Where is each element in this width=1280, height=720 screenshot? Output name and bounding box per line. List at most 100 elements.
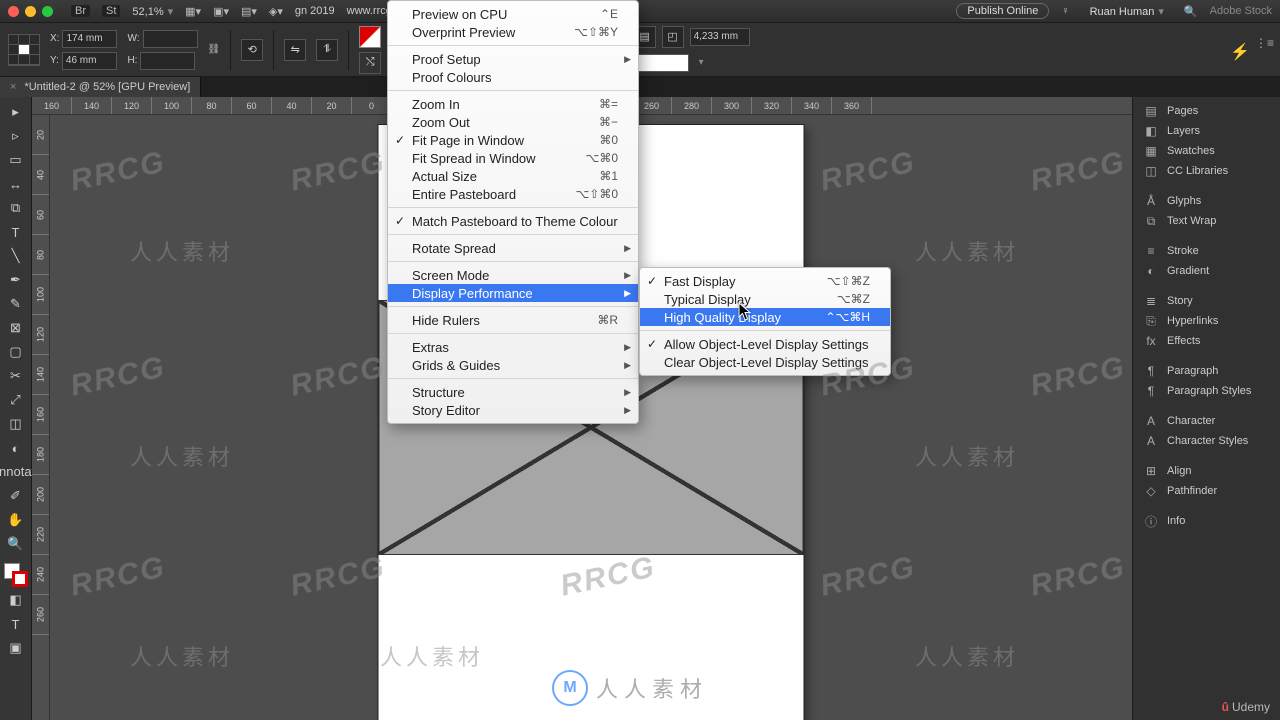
line-tool-icon[interactable]: ╲ [3, 245, 29, 267]
panel-pathfinder[interactable]: ◇Pathfinder [1133, 481, 1280, 501]
page-tool-icon[interactable]: ▭ [3, 149, 29, 171]
rectangle-frame-tool-icon[interactable]: ⊠ [3, 317, 29, 339]
menu-item-rotate-spread[interactable]: Rotate Spread [388, 239, 638, 257]
swap-fill-stroke-icon[interactable]: ⤭ [359, 52, 381, 74]
direct-selection-tool-icon[interactable]: ▹ [3, 125, 29, 147]
menu-item-clear-object-level-display-settings[interactable]: Clear Object-Level Display Settings [640, 353, 890, 371]
menu-item-fit-page-in-window[interactable]: Fit Page in Window⌘0 [388, 131, 638, 149]
panel-character-styles[interactable]: ACharacter Styles [1133, 431, 1280, 451]
w-field[interactable] [143, 30, 198, 48]
panel-info[interactable]: ⓘInfo [1133, 511, 1280, 531]
gradient-swatch-tool-icon[interactable]: ◫ [3, 413, 29, 435]
bridge-icon[interactable]: Br [71, 5, 90, 17]
vertical-ruler[interactable]: 20406080100120140160180200220240260 [32, 115, 50, 720]
menu-item-entire-pasteboard[interactable]: Entire Pasteboard⌥⇧⌘0 [388, 185, 638, 203]
constrain-icon[interactable]: ⛓ [208, 44, 221, 55]
panel-pages[interactable]: ▤Pages [1133, 101, 1280, 121]
menu-item-overprint-preview[interactable]: Overprint Preview⌥⇧⌘Y [388, 23, 638, 41]
content-collector-icon[interactable]: ⧉ [3, 197, 29, 219]
eyedropper-tool-icon[interactable]: ✐ [3, 485, 29, 507]
rotate-icon[interactable]: ⟲ [241, 39, 263, 61]
pencil-tool-icon[interactable]: ✎ [3, 293, 29, 315]
menu-item-typical-display[interactable]: Typical Display⌥⌘Z [640, 290, 890, 308]
zoom-level[interactable]: 52,1% [132, 5, 173, 18]
gap-tool-icon[interactable]: ↔ [3, 173, 29, 195]
close-tab-icon[interactable]: × [10, 81, 16, 93]
publish-online-button[interactable]: Publish Online [956, 3, 1049, 19]
pen-tool-icon[interactable]: ✒ [3, 269, 29, 291]
panel-text-wrap[interactable]: ⧉Text Wrap [1133, 211, 1280, 231]
workspace-switcher[interactable]: Ruan Human [1082, 5, 1172, 18]
reference-point[interactable] [8, 34, 40, 66]
fill-stroke-toolbox[interactable] [4, 563, 28, 587]
menu-item-extras[interactable]: Extras [388, 338, 638, 356]
fill-swatch[interactable] [634, 54, 689, 72]
panel-layers[interactable]: ◧Layers [1133, 121, 1280, 141]
menu-item-grids-guides[interactable]: Grids & Guides [388, 356, 638, 374]
menu-item-match-pasteboard-to-theme-colour[interactable]: Match Pasteboard to Theme Colour [388, 212, 638, 230]
h-field[interactable] [140, 52, 195, 70]
flip-v-icon[interactable]: ⥮ [316, 39, 338, 61]
screen-mode-tool-icon[interactable]: ▣ [3, 637, 29, 659]
document-tab[interactable]: × *Untitled-2 @ 52% [GPU Preview] [0, 77, 201, 97]
flyout-icon[interactable]: ⋮≡ [1255, 36, 1274, 50]
gpu-icon[interactable]: ◈▾ [269, 5, 283, 18]
adobe-stock-link[interactable]: Adobe Stock [1210, 5, 1272, 17]
corner-options-icon[interactable]: ◰ [662, 26, 684, 48]
panel-swatches[interactable]: ▦Swatches [1133, 141, 1280, 161]
corner-radius-field[interactable] [690, 28, 750, 46]
menu-item-structure[interactable]: Structure [388, 383, 638, 401]
note-tool-icon[interactable]: �annotating [3, 461, 29, 483]
screen-mode-icon[interactable]: ▣▾ [213, 5, 229, 18]
zoom-tool-icon[interactable]: 🔍 [3, 533, 29, 555]
panel-glyphs[interactable]: ÅGlyphs [1133, 191, 1280, 211]
panel-effects[interactable]: fxEffects [1133, 331, 1280, 351]
flip-h-icon[interactable]: ⇋ [284, 39, 306, 61]
panel-story[interactable]: ≣Story [1133, 291, 1280, 311]
menu-item-zoom-in[interactable]: Zoom In⌘= [388, 95, 638, 113]
selection-tool-icon[interactable]: ▸ [3, 101, 29, 123]
minimize-window-icon[interactable] [25, 6, 36, 17]
menu-item-story-editor[interactable]: Story Editor [388, 401, 638, 419]
type-tool-icon[interactable]: T [3, 221, 29, 243]
menu-item-fit-spread-in-window[interactable]: Fit Spread in Window⌥⌘0 [388, 149, 638, 167]
menu-item-hide-rulers[interactable]: Hide Rulers⌘R [388, 311, 638, 329]
menu-item-high-quality-display[interactable]: High Quality Display⌃⌥⌘H [640, 308, 890, 326]
search-icon[interactable]: 🔍 [1184, 5, 1198, 18]
gradient-feather-tool-icon[interactable]: ◐ [3, 437, 29, 459]
panel-hyperlinks[interactable]: ⎘Hyperlinks [1133, 311, 1280, 331]
menu-item-proof-colours[interactable]: Proof Colours [388, 68, 638, 86]
panel-paragraph[interactable]: ¶Paragraph [1133, 361, 1280, 381]
menu-item-preview-on-cpu[interactable]: Preview on CPU⌃E [388, 5, 638, 23]
panel-stroke[interactable]: ≡Stroke [1133, 241, 1280, 261]
default-fill-stroke-icon[interactable]: ◧ [3, 589, 29, 611]
x-field[interactable] [62, 30, 117, 48]
hand-tool-icon[interactable]: ✋ [3, 509, 29, 531]
menu-item-proof-setup[interactable]: Proof Setup [388, 50, 638, 68]
formatting-container-icon[interactable]: T [3, 613, 29, 635]
help-icon[interactable]: ♀ [1061, 5, 1069, 17]
menu-item-actual-size[interactable]: Actual Size⌘1 [388, 167, 638, 185]
menu-item-zoom-out[interactable]: Zoom Out⌘− [388, 113, 638, 131]
panel-gradient[interactable]: ◐Gradient [1133, 261, 1280, 281]
panel-dock: ▤Pages◧Layers▦Swatches◫CC Libraries ÅGlyp… [1132, 97, 1280, 720]
free-transform-tool-icon[interactable]: ⤢ [3, 389, 29, 411]
menu-item-display-performance[interactable]: Display Performance [388, 284, 638, 302]
panel-paragraph-styles[interactable]: ¶Paragraph Styles [1133, 381, 1280, 401]
fill-stroke-swatch[interactable] [359, 26, 381, 48]
rectangle-tool-icon[interactable]: ▢ [3, 341, 29, 363]
close-window-icon[interactable] [8, 6, 19, 17]
menu-item-fast-display[interactable]: Fast Display⌥⇧⌘Z [640, 272, 890, 290]
menu-item-allow-object-level-display-settings[interactable]: Allow Object-Level Display Settings [640, 335, 890, 353]
view-options-icon[interactable]: ▦▾ [185, 5, 201, 18]
menu-item-screen-mode[interactable]: Screen Mode [388, 266, 638, 284]
panel-character[interactable]: ACharacter [1133, 411, 1280, 431]
y-field[interactable] [62, 52, 117, 70]
panel-align[interactable]: ⊞Align [1133, 461, 1280, 481]
scissors-tool-icon[interactable]: ✂ [3, 365, 29, 387]
stock-icon[interactable]: St [102, 5, 120, 17]
panel-cc-libraries[interactable]: ◫CC Libraries [1133, 161, 1280, 181]
fill-menu[interactable] [695, 57, 704, 68]
arrange-icon[interactable]: ▤▾ [241, 5, 257, 18]
zoom-window-icon[interactable] [42, 6, 53, 17]
